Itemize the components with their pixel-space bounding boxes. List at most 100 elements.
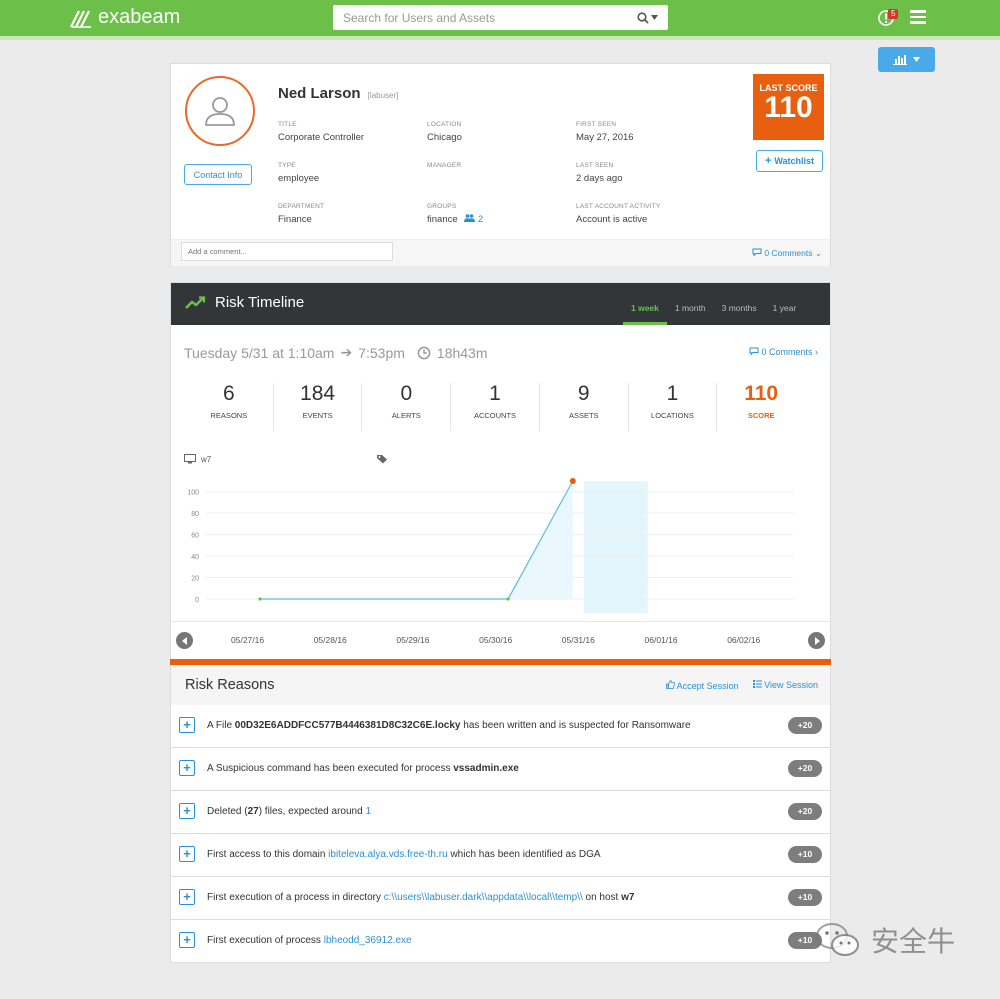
risk-points-badge: +20 xyxy=(788,803,822,820)
date-label: 05/28/16 xyxy=(313,635,347,645)
stat-locations[interactable]: 1 LOCATIONS xyxy=(629,383,718,431)
session-start: Tuesday 5/31 at 1:10am xyxy=(184,344,335,361)
tab-1-month[interactable]: 1 month xyxy=(667,283,714,325)
next-period-button[interactable] xyxy=(808,632,825,649)
risk-reasons-header: Risk Reasons Accept Session View Session xyxy=(170,665,831,705)
reason-link[interactable]: 1 xyxy=(365,806,371,817)
tab-3-months[interactable]: 3 months xyxy=(714,283,765,325)
trend-line-icon xyxy=(185,295,206,309)
contact-info-button[interactable]: Contact Info xyxy=(184,164,252,185)
user-profile-card: Contact Info Ned Larson [labuser] TITLE … xyxy=(170,63,831,266)
accept-session-label: Accept Session xyxy=(676,681,739,691)
reason-highlight: vssadmin.exe xyxy=(453,763,519,774)
watchlist-label: Watchlist xyxy=(774,156,815,166)
search-box[interactable] xyxy=(333,5,668,30)
expand-button[interactable]: + xyxy=(179,717,195,733)
chart-view-button[interactable] xyxy=(878,47,935,72)
tab-1-week[interactable]: 1 week xyxy=(623,283,667,325)
watermark: 安全牛 xyxy=(815,920,955,960)
expand-button[interactable]: + xyxy=(179,760,195,776)
reason-text-part: First execution of a process in director… xyxy=(207,892,384,903)
expand-button[interactable]: + xyxy=(179,889,195,905)
reason-text-part: ) files, expected around xyxy=(258,806,366,817)
field-value: May 27, 2016 xyxy=(576,132,634,143)
field-value: employee xyxy=(278,173,320,184)
search-input[interactable] xyxy=(343,10,637,25)
field-department: DEPARTMENT Finance xyxy=(278,203,324,225)
add-watchlist-button[interactable]: + Watchlist xyxy=(756,150,823,172)
session-end: 7:53pm xyxy=(358,344,405,361)
expand-button[interactable]: + xyxy=(179,846,195,862)
y-tick-label: 80 xyxy=(191,511,199,518)
y-tick-label: 100 xyxy=(187,490,199,497)
field-value: 2 days ago xyxy=(576,173,623,184)
bar-chart-icon xyxy=(893,55,907,65)
tags-icon[interactable] xyxy=(376,454,388,464)
stat-value: 1 xyxy=(489,382,501,405)
reason-highlight: 27 xyxy=(247,806,259,817)
date-label: 05/30/16 xyxy=(479,635,513,645)
stat-alerts[interactable]: 0 ALERTS xyxy=(362,383,452,431)
risk-reasons-title: Risk Reasons xyxy=(185,677,275,693)
timeline-date-axis: 05/27/16 05/28/16 05/29/16 05/30/16 05/31/16… xyxy=(171,621,830,659)
reason-text-part: on host xyxy=(582,892,622,903)
date-label: 06/02/16 xyxy=(727,635,761,645)
reason-link[interactable]: lbheodd_36912.exe xyxy=(324,935,412,946)
arrow-right-icon: ➔ xyxy=(340,344,353,360)
reason-link[interactable]: c:\\users\\labuser.dark\\appdata\\local\… xyxy=(384,892,583,903)
stat-label: ACCOUNTS xyxy=(473,411,517,420)
reason-text-part: has been written and is suspected for Ra… xyxy=(460,720,691,731)
selected-session-band xyxy=(583,481,648,613)
chevron-right-icon xyxy=(814,636,820,645)
reason-text: First access to this domain ibiteleva.al… xyxy=(207,849,601,860)
brand-logo[interactable]: exabeam xyxy=(70,6,180,29)
group-members-link[interactable]: 2 xyxy=(464,214,483,225)
reason-text-part: First access to this domain xyxy=(207,849,329,860)
session-duration: 18h43m xyxy=(436,344,488,361)
stat-events[interactable]: 184 EVENTS xyxy=(274,383,363,431)
date-label: 05/29/16 xyxy=(396,635,430,645)
field-value: Account is active xyxy=(576,214,648,225)
comment-icon xyxy=(752,248,762,257)
users-icon xyxy=(464,214,476,222)
comments-count: 0 Comments xyxy=(764,248,813,258)
reason-text: A Suspicious command has been executed f… xyxy=(207,763,519,774)
comment-icon xyxy=(749,347,759,356)
avatar xyxy=(185,76,255,146)
user-full-name: Ned Larson xyxy=(278,85,361,102)
risk-points-badge: +20 xyxy=(788,717,822,734)
field-title: TITLE Corporate Controller xyxy=(278,121,364,143)
stat-value: 9 xyxy=(577,382,590,405)
risk-points-badge: +10 xyxy=(788,889,822,906)
stat-reasons[interactable]: 6 REASONS xyxy=(185,383,274,431)
comments-count: 0 Comments xyxy=(761,347,813,357)
user-name: Ned Larson [labuser] xyxy=(278,85,398,102)
field-label: FIRST SEEN xyxy=(576,121,617,128)
reason-text-part: A File xyxy=(207,720,235,731)
field-label: DEPARTMENT xyxy=(278,203,325,210)
stat-accounts[interactable]: 1 ACCOUNTS xyxy=(451,383,540,431)
user-handle: [labuser] xyxy=(367,91,399,100)
search-icon[interactable] xyxy=(637,11,658,24)
risk-timeline-card: Risk Timeline 1 week 1 month 3 months 1 … xyxy=(170,282,831,665)
expand-button[interactable]: + xyxy=(179,932,195,948)
view-session-link[interactable]: View Session xyxy=(752,680,818,691)
hamburger-menu-icon[interactable] xyxy=(910,10,926,24)
previous-period-button[interactable] xyxy=(176,632,193,649)
accept-session-link[interactable]: Accept Session xyxy=(665,680,739,691)
field-label: LOCATION xyxy=(427,121,462,128)
risk-reason-row: + First access to this domain ibiteleva.… xyxy=(170,834,831,877)
stat-assets[interactable]: 9 ASSETS xyxy=(540,383,629,431)
comments-link[interactable]: 0 Comments ⌄ xyxy=(752,248,822,259)
tab-1-year[interactable]: 1 year xyxy=(765,283,805,325)
stat-label: ASSETS xyxy=(568,411,599,420)
expand-button[interactable]: + xyxy=(179,803,195,819)
reason-link[interactable]: ibiteleva.alya.vds.free-th.ru xyxy=(328,849,448,860)
risk-score-chart: 0 20 40 60 80 100 xyxy=(187,478,793,613)
timeline-comments-link[interactable]: 0 Comments › xyxy=(749,347,818,357)
stat-label: SCORE xyxy=(747,411,775,420)
date-label: 05/31/16 xyxy=(561,635,595,645)
wechat-logo-icon xyxy=(816,923,859,956)
comment-input[interactable] xyxy=(181,242,393,261)
user-icon xyxy=(205,97,235,126)
